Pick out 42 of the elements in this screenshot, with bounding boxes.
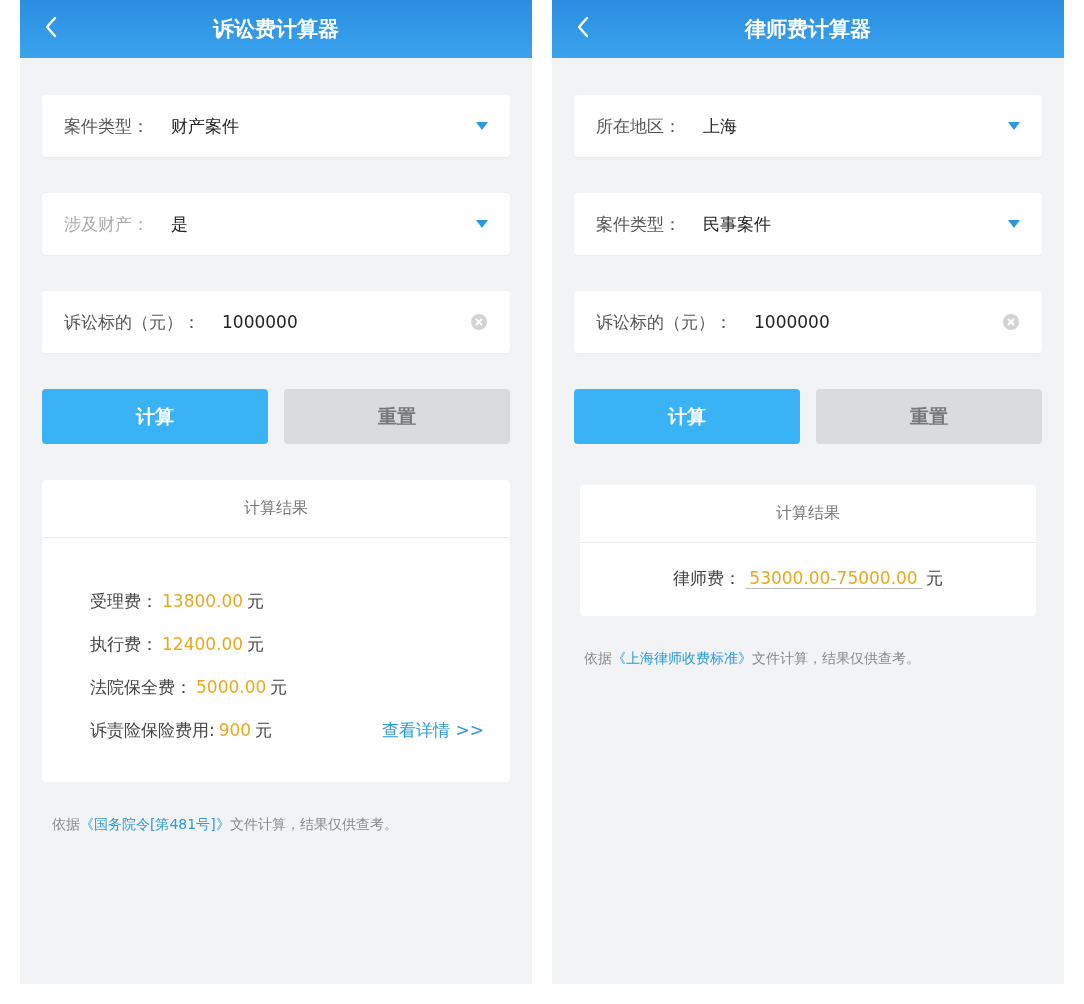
back-icon[interactable] bbox=[44, 16, 58, 38]
fee-text: 诉责险保险费用: 900 元 bbox=[90, 719, 273, 742]
document-link[interactable]: 《国务院令[第481号]》 bbox=[80, 816, 230, 832]
dropdown-field[interactable]: 所在地区： 上海 bbox=[574, 95, 1042, 157]
field-label: 所在地区： bbox=[596, 114, 681, 138]
dropdown-field[interactable]: 案件类型： 民事案件 bbox=[574, 193, 1042, 255]
field-label: 诉讼标的（元）： bbox=[596, 310, 732, 334]
input-field[interactable]: 诉讼标的（元）： 1000000 bbox=[574, 291, 1042, 353]
field-value: 财产案件 bbox=[171, 114, 240, 138]
fee-text: 律师费： 53000.00-75000.00 元 bbox=[673, 567, 943, 590]
screen-title: 律师费计算器 bbox=[745, 16, 871, 43]
source-note: 依据《国务院令[第481号]》文件计算，结果仅供查考。 bbox=[51, 816, 399, 834]
field-value: 上海 bbox=[703, 114, 738, 138]
field-label: 诉讼标的（元）： bbox=[64, 310, 200, 334]
field-value: 民事案件 bbox=[703, 212, 772, 236]
source-note: 依据《上海律师收费标准》文件计算，结果仅供查考。 bbox=[583, 650, 921, 668]
field-value: 1000000 bbox=[222, 312, 299, 332]
field-label: 案件类型： bbox=[596, 212, 681, 236]
fee-text: 执行费： 12400.00 元 bbox=[90, 633, 265, 656]
result-title: 计算结果 bbox=[580, 485, 1036, 543]
field-label: 涉及财产： bbox=[64, 212, 149, 236]
fee-text: 法院保全费： 5000.00 元 bbox=[90, 676, 288, 699]
dropdown-triangle-icon[interactable] bbox=[476, 220, 488, 228]
calculate-button[interactable]: 计算 bbox=[42, 389, 268, 444]
result-title: 计算结果 bbox=[42, 480, 510, 538]
calculate-button[interactable]: 计算 bbox=[574, 389, 800, 444]
details-link[interactable]: 查看详情 >> bbox=[382, 719, 484, 742]
reset-button[interactable]: 重置 bbox=[816, 389, 1042, 444]
field-value: 是 bbox=[171, 212, 189, 236]
dropdown-triangle-icon[interactable] bbox=[1008, 220, 1020, 228]
back-icon[interactable] bbox=[576, 16, 590, 38]
field-value: 1000000 bbox=[754, 312, 831, 332]
dropdown-triangle-icon[interactable] bbox=[476, 122, 488, 130]
dropdown-field[interactable]: 案件类型： 财产案件 bbox=[42, 95, 510, 157]
fee-text: 受理费： 13800.00 元 bbox=[90, 590, 265, 613]
screen-title: 诉讼费计算器 bbox=[213, 16, 339, 43]
input-field[interactable]: 诉讼标的（元）： 1000000 bbox=[42, 291, 510, 353]
field-label: 案件类型： bbox=[64, 114, 149, 138]
dropdown-triangle-icon[interactable] bbox=[1008, 122, 1020, 130]
reset-button[interactable]: 重置 bbox=[284, 389, 510, 444]
document-link[interactable]: 《上海律师收费标准》 bbox=[612, 650, 752, 666]
dropdown-field[interactable]: 涉及财产： 是 bbox=[42, 193, 510, 255]
